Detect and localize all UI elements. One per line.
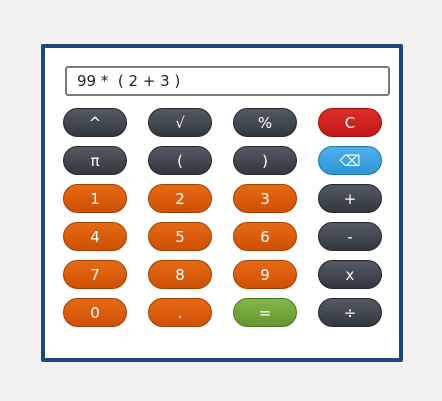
digit-9-button[interactable]: 9 <box>233 260 297 289</box>
calculator: 99 * ( 2 + 3 ) ^ √% Cπ () ⌫ 1 2 3 +4 5 6- 7 8 9 x 0. = ÷ <box>41 44 403 362</box>
power-button[interactable]: ^ <box>63 108 127 137</box>
multiply-button[interactable]: x <box>318 260 382 289</box>
equals-button[interactable]: = <box>233 298 297 327</box>
digit-8-button[interactable]: 8 <box>148 260 212 289</box>
digit-1-button[interactable]: 1 <box>63 184 127 213</box>
add-button[interactable]: + <box>318 184 382 213</box>
digit-5-button[interactable]: 5 <box>148 222 212 251</box>
digit-2-button[interactable]: 2 <box>148 184 212 213</box>
digit-6-button[interactable]: 6 <box>233 222 297 251</box>
backspace-button[interactable]: ⌫ <box>318 146 382 175</box>
subtract-button[interactable]: - <box>318 222 382 251</box>
digit-7-button[interactable]: 7 <box>63 260 127 289</box>
percent-button[interactable]: % <box>233 108 297 137</box>
decimal-button[interactable]: . <box>148 298 212 327</box>
digit-4-button[interactable]: 4 <box>63 222 127 251</box>
digit-0-button[interactable]: 0 <box>63 298 127 327</box>
keypad: ^ √% Cπ () ⌫ 1 2 3 +4 5 6- 7 8 9 x 0. = ÷ <box>63 108 382 327</box>
open-paren-button[interactable]: ( <box>148 146 212 175</box>
clear-button[interactable]: C <box>318 108 382 137</box>
expression-display[interactable]: 99 * ( 2 + 3 ) <box>65 66 390 96</box>
pi-button[interactable]: π <box>63 146 127 175</box>
sqrt-button[interactable]: √ <box>148 108 212 137</box>
digit-3-button[interactable]: 3 <box>233 184 297 213</box>
divide-button[interactable]: ÷ <box>318 298 382 327</box>
close-paren-button[interactable]: ) <box>233 146 297 175</box>
